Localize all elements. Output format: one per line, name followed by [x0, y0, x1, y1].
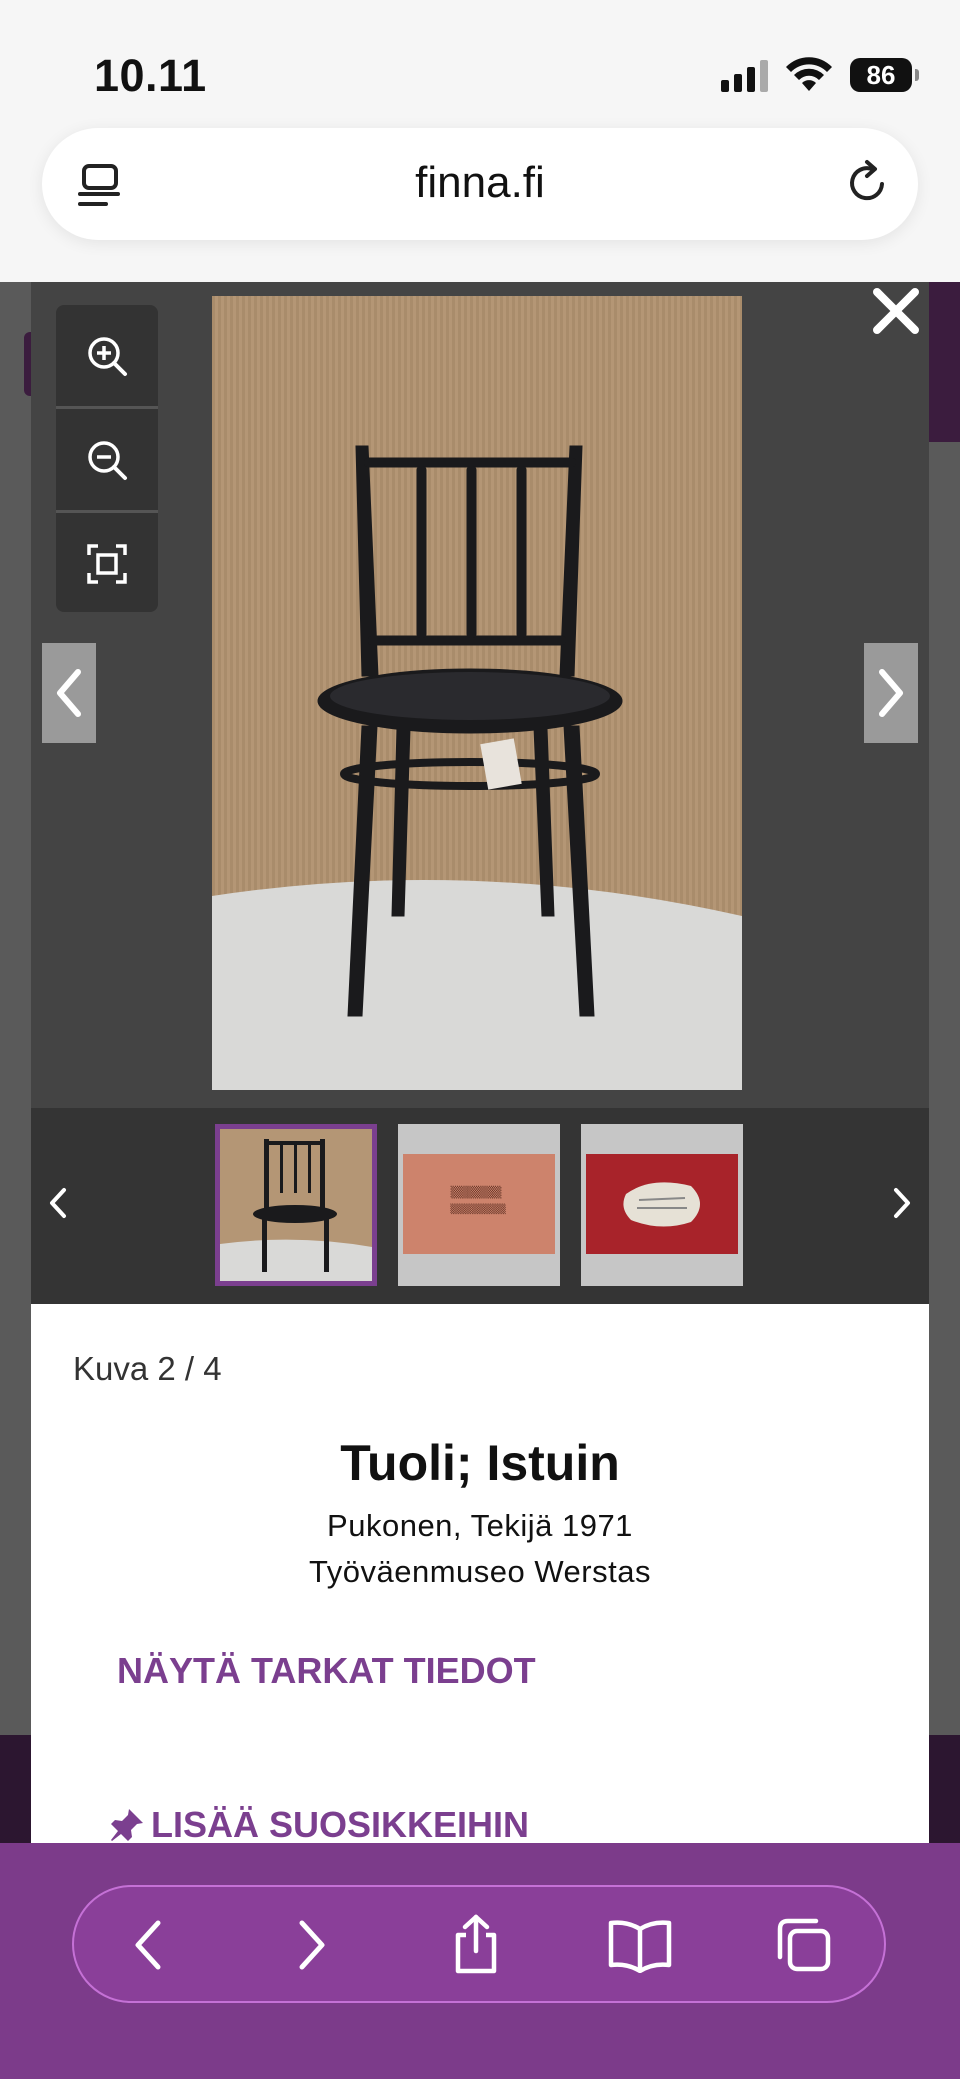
- share-button[interactable]: [438, 1907, 514, 1983]
- thumbnail-chair-front[interactable]: [215, 1124, 377, 1286]
- zoom-out-button[interactable]: [56, 409, 158, 510]
- bookmarks-button[interactable]: [602, 1907, 678, 1983]
- status-time: 10.11: [94, 50, 207, 101]
- close-icon[interactable]: [871, 286, 921, 336]
- thumbnail-stamp-image: ▒▒▒▒▒▒ ▒▒▒▒▒▒▒▒: [403, 1154, 555, 1254]
- thumbnails-previous-icon[interactable]: [38, 1178, 78, 1228]
- svg-text:▒▒▒▒▒▒▒▒: ▒▒▒▒▒▒▒▒: [450, 1203, 505, 1215]
- toolbar-pill: [72, 1885, 886, 2003]
- zoom-in-icon: [88, 336, 127, 376]
- add-to-favorites-label: LISÄÄ SUOSIKKEIHIN: [151, 1804, 530, 1845]
- browser-bottom-toolbar: [0, 1843, 960, 2079]
- fit-screen-icon: [87, 543, 127, 584]
- url-domain[interactable]: finna.fi: [42, 158, 918, 208]
- battery-indicator: 86: [850, 58, 919, 92]
- tabs-button[interactable]: [766, 1907, 842, 1983]
- image-info-panel: Kuva 2 / 4 Tuoli; Istuin Pukonen, Tekijä…: [31, 1304, 929, 1846]
- browser-top-chrome: 10.11 86 finna.fi: [0, 0, 960, 282]
- address-bar[interactable]: finna.fi: [42, 128, 918, 240]
- pin-icon: [111, 1809, 143, 1841]
- chevron-left-icon: [57, 669, 81, 717]
- thumbnail-chair-image: [220, 1129, 372, 1281]
- cellular-signal-icon: [721, 58, 768, 92]
- tabs-icon: [777, 1918, 831, 1972]
- previous-image-button[interactable]: [42, 643, 96, 743]
- reload-icon[interactable]: [842, 158, 892, 208]
- svg-text:▒▒▒▒▒▒: ▒▒▒▒▒▒: [451, 1185, 502, 1199]
- organisation-name: Työväenmuseo Werstas: [309, 1554, 651, 1589]
- back-chevron-icon: [135, 1920, 161, 1970]
- show-details-link[interactable]: NÄYTÄ TARKAT TIEDOT: [117, 1650, 536, 1692]
- forward-chevron-icon: [299, 1920, 325, 1970]
- next-image-button[interactable]: [864, 643, 918, 743]
- image-counter: Kuva 2 / 4: [73, 1350, 222, 1387]
- thumbnail-stamp-closeup[interactable]: ▒▒▒▒▒▒ ▒▒▒▒▒▒▒▒: [398, 1124, 560, 1286]
- zoom-toolbar: [56, 305, 158, 612]
- thumbnail-label-image: [586, 1154, 738, 1254]
- back-button[interactable]: [110, 1907, 186, 1983]
- creator-line: Pukonen, Tekijä 1971: [327, 1508, 633, 1543]
- zoom-in-button[interactable]: [56, 305, 158, 406]
- main-image-chair[interactable]: [212, 296, 742, 1090]
- fit-to-screen-button[interactable]: [56, 513, 158, 612]
- thumbnails-next-icon[interactable]: [882, 1178, 922, 1228]
- close-viewer-button[interactable]: [866, 286, 926, 346]
- background-header-strip: [928, 282, 960, 442]
- record-title: Tuoli; Istuin: [340, 1435, 620, 1491]
- add-to-favorites-link[interactable]: LISÄÄ SUOSIKKEIHIN: [109, 1804, 529, 1846]
- thumbnail-label-closeup[interactable]: [581, 1124, 743, 1286]
- chevron-right-icon: [879, 669, 903, 717]
- forward-button[interactable]: [274, 1907, 350, 1983]
- chair-photo: [212, 296, 742, 1090]
- share-icon: [455, 1914, 497, 1974]
- wifi-icon: [786, 57, 832, 91]
- status-icons: 86: [721, 52, 919, 98]
- zoom-out-icon: [88, 440, 127, 480]
- book-icon: [608, 1920, 672, 1973]
